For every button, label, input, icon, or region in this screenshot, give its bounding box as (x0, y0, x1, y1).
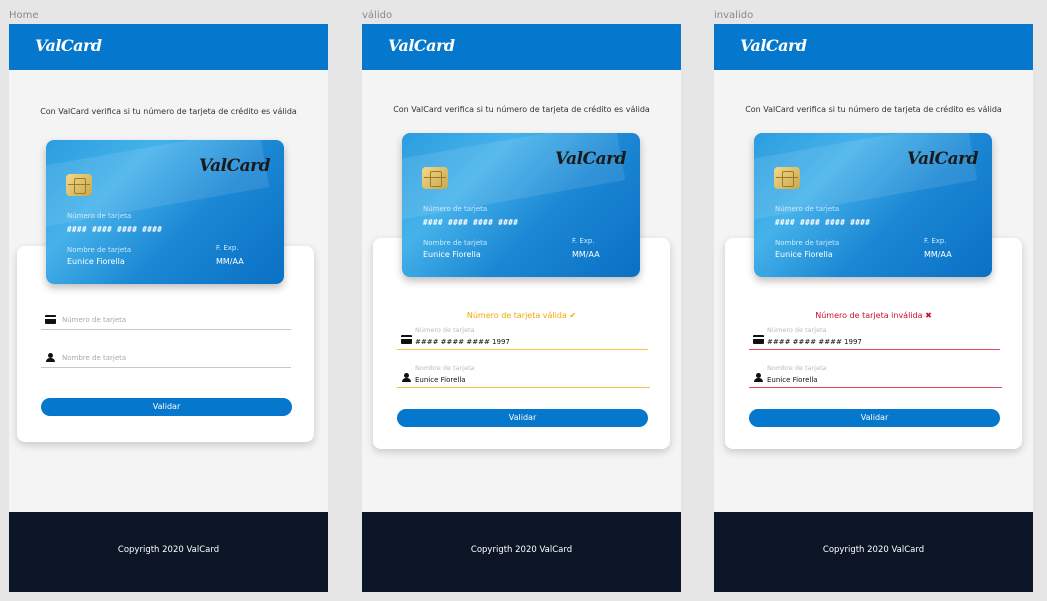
card-number-label: Número de tarjeta (423, 205, 488, 213)
card-name-value: Eunice Fiorella (415, 376, 466, 384)
card-number-float-label: Número de tarjeta (415, 326, 475, 334)
valid-message-text: Número de tarjeta válida (466, 311, 567, 320)
chip-icon (66, 174, 92, 196)
card-name-display: Eunice Fiorella (775, 250, 833, 259)
card-number-field[interactable]: Número de tarjeta (41, 310, 291, 330)
card-number-value: #### #### #### 1997 (415, 338, 510, 346)
card-exp-label: F. Exp. (216, 244, 239, 252)
card-number-field[interactable]: Número de tarjeta #### #### #### 1997 (397, 326, 648, 350)
card-name-label: Nombre de tarjeta (67, 246, 132, 254)
footer-copyright: Copyrigth 2020 ValCard (822, 545, 925, 555)
footer-copyright: Copyrigth 2020 ValCard (470, 545, 573, 555)
card-number-placeholder: Número de tarjeta (62, 316, 127, 324)
card-number-float-label: Número de tarjeta (767, 326, 827, 334)
card-exp-display: MM/AA (572, 250, 600, 259)
intro-text: Con ValCard verifica si tu número de tar… (40, 107, 297, 116)
card-number-display: #### #### #### #### (775, 218, 871, 227)
header-logo[interactable]: ValCard (740, 36, 807, 55)
invalid-message-text: Número de tarjeta inválida (815, 311, 923, 320)
card-name-placeholder: Nombre de tarjeta (62, 354, 127, 362)
intro-text: Con ValCard verifica si tu número de tar… (393, 105, 650, 114)
card-number-value: #### #### #### 1997 (767, 338, 862, 346)
card-number-label: Número de tarjeta (67, 212, 132, 220)
credit-card-icon (45, 315, 56, 324)
user-icon (753, 373, 764, 382)
artboard-home: ValCard Con ValCard verifica si tu númer… (9, 24, 328, 592)
card-name-float-label: Nombre de tarjeta (415, 364, 475, 372)
chip-icon (422, 167, 448, 189)
card-logo: ValCard (555, 149, 627, 169)
credit-card-icon (401, 335, 412, 344)
artboard-label-valid: válido (362, 10, 393, 21)
card-name-float-label: Nombre de tarjeta (767, 364, 827, 372)
user-icon (45, 353, 56, 362)
card-name-label: Nombre de tarjeta (423, 239, 488, 247)
credit-card-preview: ValCard Número de tarjeta #### #### ####… (46, 140, 284, 284)
card-exp-display: MM/AA (216, 257, 244, 266)
card-name-label: Nombre de tarjeta (775, 239, 840, 247)
footer: Copyrigth 2020 ValCard (362, 512, 681, 592)
credit-card-preview: ValCard Número de tarjeta #### #### ####… (754, 133, 992, 277)
artboard-label-home: Home (9, 10, 39, 21)
artboard-valid: ValCard Con ValCard verifica si tu númer… (362, 24, 681, 592)
card-logo: ValCard (907, 149, 979, 169)
card-logo: ValCard (199, 156, 271, 176)
card-name-value: Eunice Fiorella (767, 376, 818, 384)
card-number-field[interactable]: Número de tarjeta #### #### #### 1997 (749, 326, 1000, 350)
card-name-field[interactable]: Nombre de tarjeta Eunice Fiorella (749, 364, 1002, 388)
validation-message: Número de tarjeta inválida ✖ (725, 311, 1022, 320)
artboard-label-invalid: invalido (714, 10, 754, 21)
card-exp-label: F. Exp. (572, 237, 595, 245)
footer: Copyrigth 2020 ValCard (9, 512, 328, 592)
footer-copyright: Copyrigth 2020 ValCard (117, 545, 220, 555)
validate-button[interactable]: Validar (749, 409, 1000, 427)
chip-icon (774, 167, 800, 189)
header-logo[interactable]: ValCard (388, 36, 455, 55)
user-icon (401, 373, 412, 382)
card-name-field[interactable]: Nombre de tarjeta (41, 348, 291, 368)
card-name-display: Eunice Fiorella (423, 250, 481, 259)
footer: Copyrigth 2020 ValCard (714, 512, 1033, 592)
validate-button[interactable]: Validar (41, 398, 292, 416)
cross-icon: ✖ (925, 311, 932, 320)
header: ValCard (9, 24, 328, 70)
artboard-invalid: ValCard Con ValCard verifica si tu númer… (714, 24, 1033, 592)
credit-card-preview: ValCard Número de tarjeta #### #### ####… (402, 133, 640, 277)
credit-card-icon (753, 335, 764, 344)
card-number-display: #### #### #### #### (423, 218, 519, 227)
card-number-display: #### #### #### #### (67, 225, 163, 234)
validation-message: Número de tarjeta válida ✔ (373, 311, 670, 320)
header: ValCard (362, 24, 681, 70)
header: ValCard (714, 24, 1033, 70)
header-logo[interactable]: ValCard (35, 36, 102, 55)
card-name-field[interactable]: Nombre de tarjeta Eunice Fiorella (397, 364, 650, 388)
card-number-label: Número de tarjeta (775, 205, 840, 213)
card-exp-display: MM/AA (924, 250, 952, 259)
validate-button[interactable]: Validar (397, 409, 648, 427)
intro-text: Con ValCard verifica si tu número de tar… (745, 105, 1002, 114)
card-name-display: Eunice Fiorella (67, 257, 125, 266)
card-exp-label: F. Exp. (924, 237, 947, 245)
check-icon: ✔ (569, 311, 577, 320)
